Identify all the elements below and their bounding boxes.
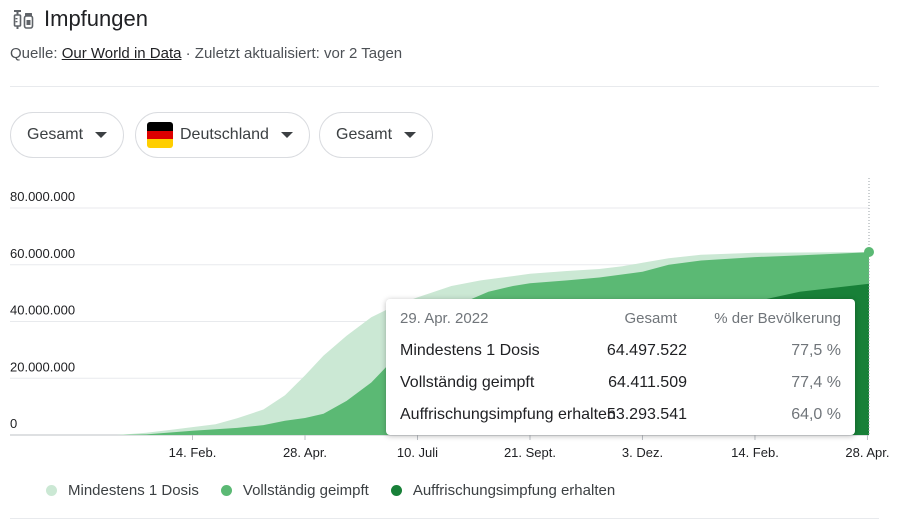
divider [10, 518, 879, 519]
legend-dot [46, 485, 57, 496]
tooltip-row: Auffrischungsimpfung erhalten 53.293.541… [400, 406, 841, 430]
mode-dropdown[interactable]: Gesamt [319, 112, 434, 158]
legend-label: Auffrischungsimpfung erhalten [412, 482, 616, 499]
chart-legend: Mindestens 1 Dosis Vollständig geimpft A… [46, 482, 637, 499]
tooltip-row: Mindestens 1 Dosis 64.497.522 77,5 % [400, 342, 841, 366]
legend-dot [390, 485, 402, 496]
y-tick-label: 60.000.000 [10, 246, 75, 261]
germany-flag-icon [147, 122, 173, 148]
divider [10, 86, 879, 87]
chevron-down-icon [404, 132, 417, 138]
source-suffix: · Zuletzt aktualisiert: vor 2 Tagen [181, 45, 403, 62]
header: Impfungen [10, 6, 148, 32]
country-dropdown-label: Deutschland [180, 126, 269, 143]
x-tick-label: 14. Feb. [731, 445, 779, 460]
legend-dot [220, 485, 232, 496]
tooltip-row-label: Vollständig geimpft [400, 374, 535, 391]
legend-item[interactable]: Mindestens 1 Dosis [46, 482, 199, 499]
tooltip-col-total: Gesamt [624, 310, 677, 327]
x-tick-label: 28. Apr. [283, 445, 327, 460]
country-dropdown[interactable]: Deutschland [135, 112, 310, 158]
x-tick-label: 28. Apr. [845, 445, 889, 460]
x-tick-label: 21. Sept. [504, 445, 556, 460]
tooltip-row: Vollständig geimpft 64.411.509 77,4 % [400, 374, 841, 398]
x-tick-label: 10. Juli [397, 445, 438, 460]
legend-item[interactable]: Vollständig geimpft [220, 482, 369, 499]
y-tick-label: 40.000.000 [10, 303, 75, 318]
hover-marker [864, 246, 874, 257]
tooltip-row-label: Auffrischungsimpfung erhalten [400, 406, 616, 423]
y-tick-label: 80.000.000 [10, 189, 75, 204]
legend-item[interactable]: Auffrischungsimpfung erhalten [390, 482, 616, 499]
x-tick-label: 14. Feb. [169, 445, 217, 460]
syringe-vial-icon [10, 6, 36, 32]
tooltip-row-pct: 64,0 % [791, 406, 841, 423]
y-tick-label: 0 [10, 416, 17, 431]
y-tick-label: 20.000.000 [10, 359, 75, 374]
metric-dropdown[interactable]: Gesamt [10, 112, 125, 158]
source-link[interactable]: Our World in Data [62, 45, 182, 62]
tooltip-row-label: Mindestens 1 Dosis [400, 342, 540, 359]
tooltip-date: 29. Apr. 2022 [400, 310, 489, 327]
page-title: Impfungen [44, 6, 148, 31]
tooltip-row-total: 64.497.522 [606, 342, 687, 359]
tooltip-row-pct: 77,4 % [791, 374, 841, 391]
tooltip-row-total: 64.411.509 [608, 374, 687, 391]
tooltip-row-pct: 77,5 % [791, 342, 841, 359]
source-line: Quelle: Our World in Data · Zuletzt aktu… [10, 45, 402, 62]
tooltip-col-pct: % der Bevölkerung [714, 310, 841, 327]
chevron-down-icon [95, 132, 108, 138]
chevron-down-icon [280, 132, 293, 138]
chart-tooltip: 29. Apr. 2022 Gesamt % der Bevölkerung M… [386, 299, 855, 435]
tooltip-row-total: 53.293.541 [606, 406, 687, 423]
legend-label: Mindestens 1 Dosis [68, 482, 199, 499]
tooltip-header: 29. Apr. 2022 Gesamt % der Bevölkerung [400, 310, 841, 334]
metric-dropdown-label: Gesamt [27, 126, 84, 143]
source-prefix: Quelle: [10, 45, 62, 62]
legend-label: Vollständig geimpft [242, 482, 369, 499]
x-tick-label: 3. Dez. [622, 445, 663, 460]
mode-dropdown-label: Gesamt [336, 126, 393, 143]
